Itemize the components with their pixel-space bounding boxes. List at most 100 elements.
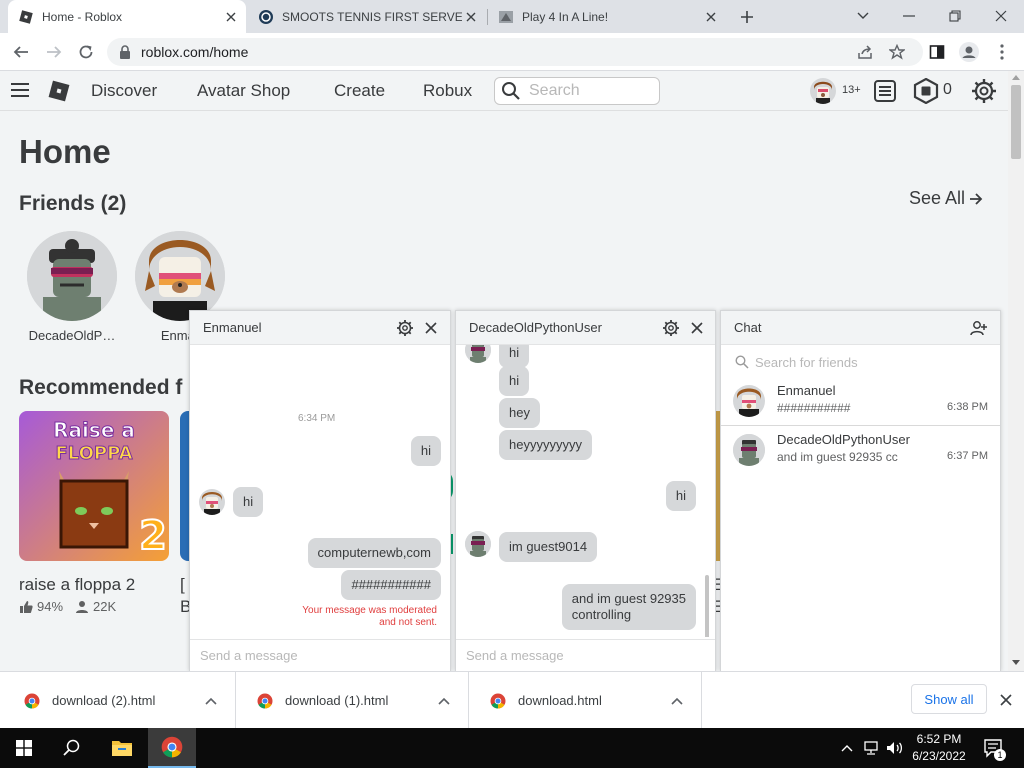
nav-avatar-shop[interactable]: Avatar Shop — [197, 81, 290, 101]
chat-message-list[interactable]: hi hi hey heyyyyyyyyy hi im guest9014 an… — [456, 345, 715, 637]
side-panel-icon[interactable] — [926, 41, 948, 63]
download-item[interactable]: download (1).html — [236, 672, 469, 729]
chrome-taskbar-icon[interactable] — [148, 728, 196, 768]
friend-tile[interactable]: DecadeOldP… — [17, 231, 127, 343]
friend-name: DecadeOldP… — [28, 328, 116, 343]
nav-create[interactable]: Create — [334, 81, 385, 101]
chat-timestamp: 6:34 PM — [298, 413, 336, 424]
send-message-input[interactable] — [190, 640, 450, 671]
arrow-right-icon — [970, 192, 983, 205]
roblox-logo-icon[interactable] — [47, 79, 71, 103]
chat-message-list[interactable]: 6:34 PM hi hi computernewb,com #########… — [190, 345, 450, 637]
close-tab-icon[interactable] — [222, 8, 240, 26]
taskbar-search-icon[interactable] — [48, 728, 96, 768]
create-group-chat-icon[interactable] — [970, 319, 988, 337]
message-bubble-sent: hi — [410, 436, 441, 466]
page-scrollbar[interactable] — [1008, 71, 1024, 671]
chat-title: DecadeOldPythonUser — [469, 320, 602, 335]
message-bubble-received: hi — [499, 345, 530, 368]
chevron-up-icon[interactable] — [436, 693, 452, 709]
download-item[interactable]: download (2).html — [3, 672, 236, 729]
tab-play-4-in-a-line[interactable]: Play 4 In A Line! — [488, 0, 726, 33]
show-hidden-icons-chevron-icon[interactable] — [838, 728, 856, 768]
conversation-time: 6:37 PM — [947, 450, 988, 462]
bookmark-star-icon[interactable] — [887, 42, 907, 62]
notifications-icon[interactable]: 1 — [980, 728, 1008, 768]
decadeoldpythonuser-avatar[interactable] — [465, 345, 491, 363]
see-all-link[interactable]: See All — [909, 188, 983, 209]
friends-heading: Friends (2) — [19, 192, 127, 215]
chat-scrollbar-thumb[interactable] — [705, 575, 709, 637]
notification-count: 1 — [994, 749, 1006, 761]
nav-robux[interactable]: Robux — [423, 81, 472, 101]
volume-icon[interactable] — [884, 728, 906, 768]
restore-button[interactable] — [932, 2, 978, 30]
start-button[interactable] — [0, 728, 48, 768]
close-download-bar-icon[interactable] — [997, 691, 1015, 709]
decadeoldpythonuser-avatar[interactable] — [465, 531, 491, 557]
roblox-search-box[interactable] — [494, 77, 660, 105]
chevron-up-icon[interactable] — [203, 693, 219, 709]
download-item[interactable]: download.html — [469, 672, 702, 729]
tab-smoots-tennis[interactable]: SMOOTS TENNIS FIRST SERVE - … — [248, 0, 486, 33]
back-arrow-icon[interactable] — [10, 41, 32, 63]
see-all-label: See All — [909, 188, 966, 208]
chat-panel-header[interactable]: Chat — [721, 311, 1000, 345]
share-icon[interactable] — [855, 42, 875, 62]
conversation-item-decadeoldpythonuser[interactable]: DecadeOldPythonUser and im guest 92935 c… — [721, 428, 1000, 476]
chat-settings-gear-icon[interactable] — [662, 319, 680, 337]
settings-gear-icon[interactable] — [971, 78, 997, 104]
user-avatar[interactable] — [810, 78, 836, 104]
enmanuel-avatar[interactable] — [199, 489, 225, 515]
minimize-button[interactable] — [886, 2, 932, 30]
roblox-search-input[interactable] — [529, 82, 649, 100]
send-message-input[interactable] — [456, 640, 715, 671]
chat-close-icon[interactable] — [688, 319, 706, 337]
address-bar[interactable]: roblox.com/home — [107, 38, 923, 66]
game-thumbnail: Raise a FLOPPA 2 — [19, 411, 169, 561]
recommended-heading: Recommended f — [19, 376, 183, 399]
search-icon — [735, 355, 749, 369]
nav-discover[interactable]: Discover — [91, 81, 157, 101]
moderation-notice-line: and not sent. — [379, 617, 437, 628]
windows-taskbar: 6:52 PM 6/23/2022 1 — [0, 728, 1024, 768]
reload-icon[interactable] — [75, 41, 97, 63]
browser-tabstrip: Home - Roblox SMOOTS TENNIS FIRST SERVE … — [0, 0, 1024, 33]
new-tab-button[interactable] — [736, 7, 758, 27]
browser-menu-icon[interactable] — [991, 41, 1013, 63]
scroll-up-icon — [1012, 75, 1020, 80]
tab-title: SMOOTS TENNIS FIRST SERVE - … — [282, 9, 462, 24]
close-window-button[interactable] — [978, 2, 1024, 30]
system-clock[interactable]: 6:52 PM 6/23/2022 — [904, 731, 974, 765]
conversation-preview: and im guest 92935 cc — [777, 450, 898, 464]
show-all-downloads-button[interactable]: Show all — [911, 684, 987, 714]
url-text: roblox.com/home — [141, 44, 249, 60]
hamburger-menu-icon[interactable] — [10, 82, 30, 98]
network-icon[interactable] — [861, 728, 883, 768]
game-name-partial: [ — [180, 575, 185, 594]
chat-window-decadeoldpythonuser: DecadeOldPythonUser hi hi hey heyyyyyyyy… — [455, 310, 716, 671]
tab-roblox-home[interactable]: Home - Roblox — [8, 0, 246, 33]
forward-arrow-icon[interactable] — [43, 41, 65, 63]
tab-search-chevron-icon[interactable] — [840, 2, 886, 30]
profile-icon[interactable] — [958, 41, 980, 63]
friend-search-box[interactable] — [729, 351, 994, 373]
game-favicon-icon — [499, 10, 513, 23]
conversation-item-enmanuel[interactable]: Enmanuel ########### 6:38 PM — [721, 379, 1000, 427]
friend-search-input[interactable] — [755, 354, 975, 370]
chevron-up-icon[interactable] — [669, 693, 685, 709]
chat-list-icon[interactable] — [873, 79, 897, 103]
scroll-down-icon — [1012, 660, 1020, 665]
chat-close-icon[interactable] — [422, 319, 440, 337]
game-card-raise-a-floppa[interactable]: Raise a FLOPPA 2 raise a floppa 2 94% 22… — [19, 411, 169, 614]
game-name: raise a floppa 2 — [19, 575, 136, 594]
close-tab-icon[interactable] — [702, 8, 720, 26]
chat-header[interactable]: DecadeOldPythonUser — [456, 311, 715, 345]
close-tab-icon[interactable] — [462, 8, 480, 26]
robux-icon[interactable] — [913, 78, 939, 104]
chat-header[interactable]: Enmanuel — [190, 311, 450, 345]
chat-settings-gear-icon[interactable] — [396, 319, 414, 337]
friend-avatar — [27, 231, 117, 321]
file-explorer-icon[interactable] — [98, 728, 146, 768]
scrollbar-thumb[interactable] — [1011, 85, 1021, 159]
